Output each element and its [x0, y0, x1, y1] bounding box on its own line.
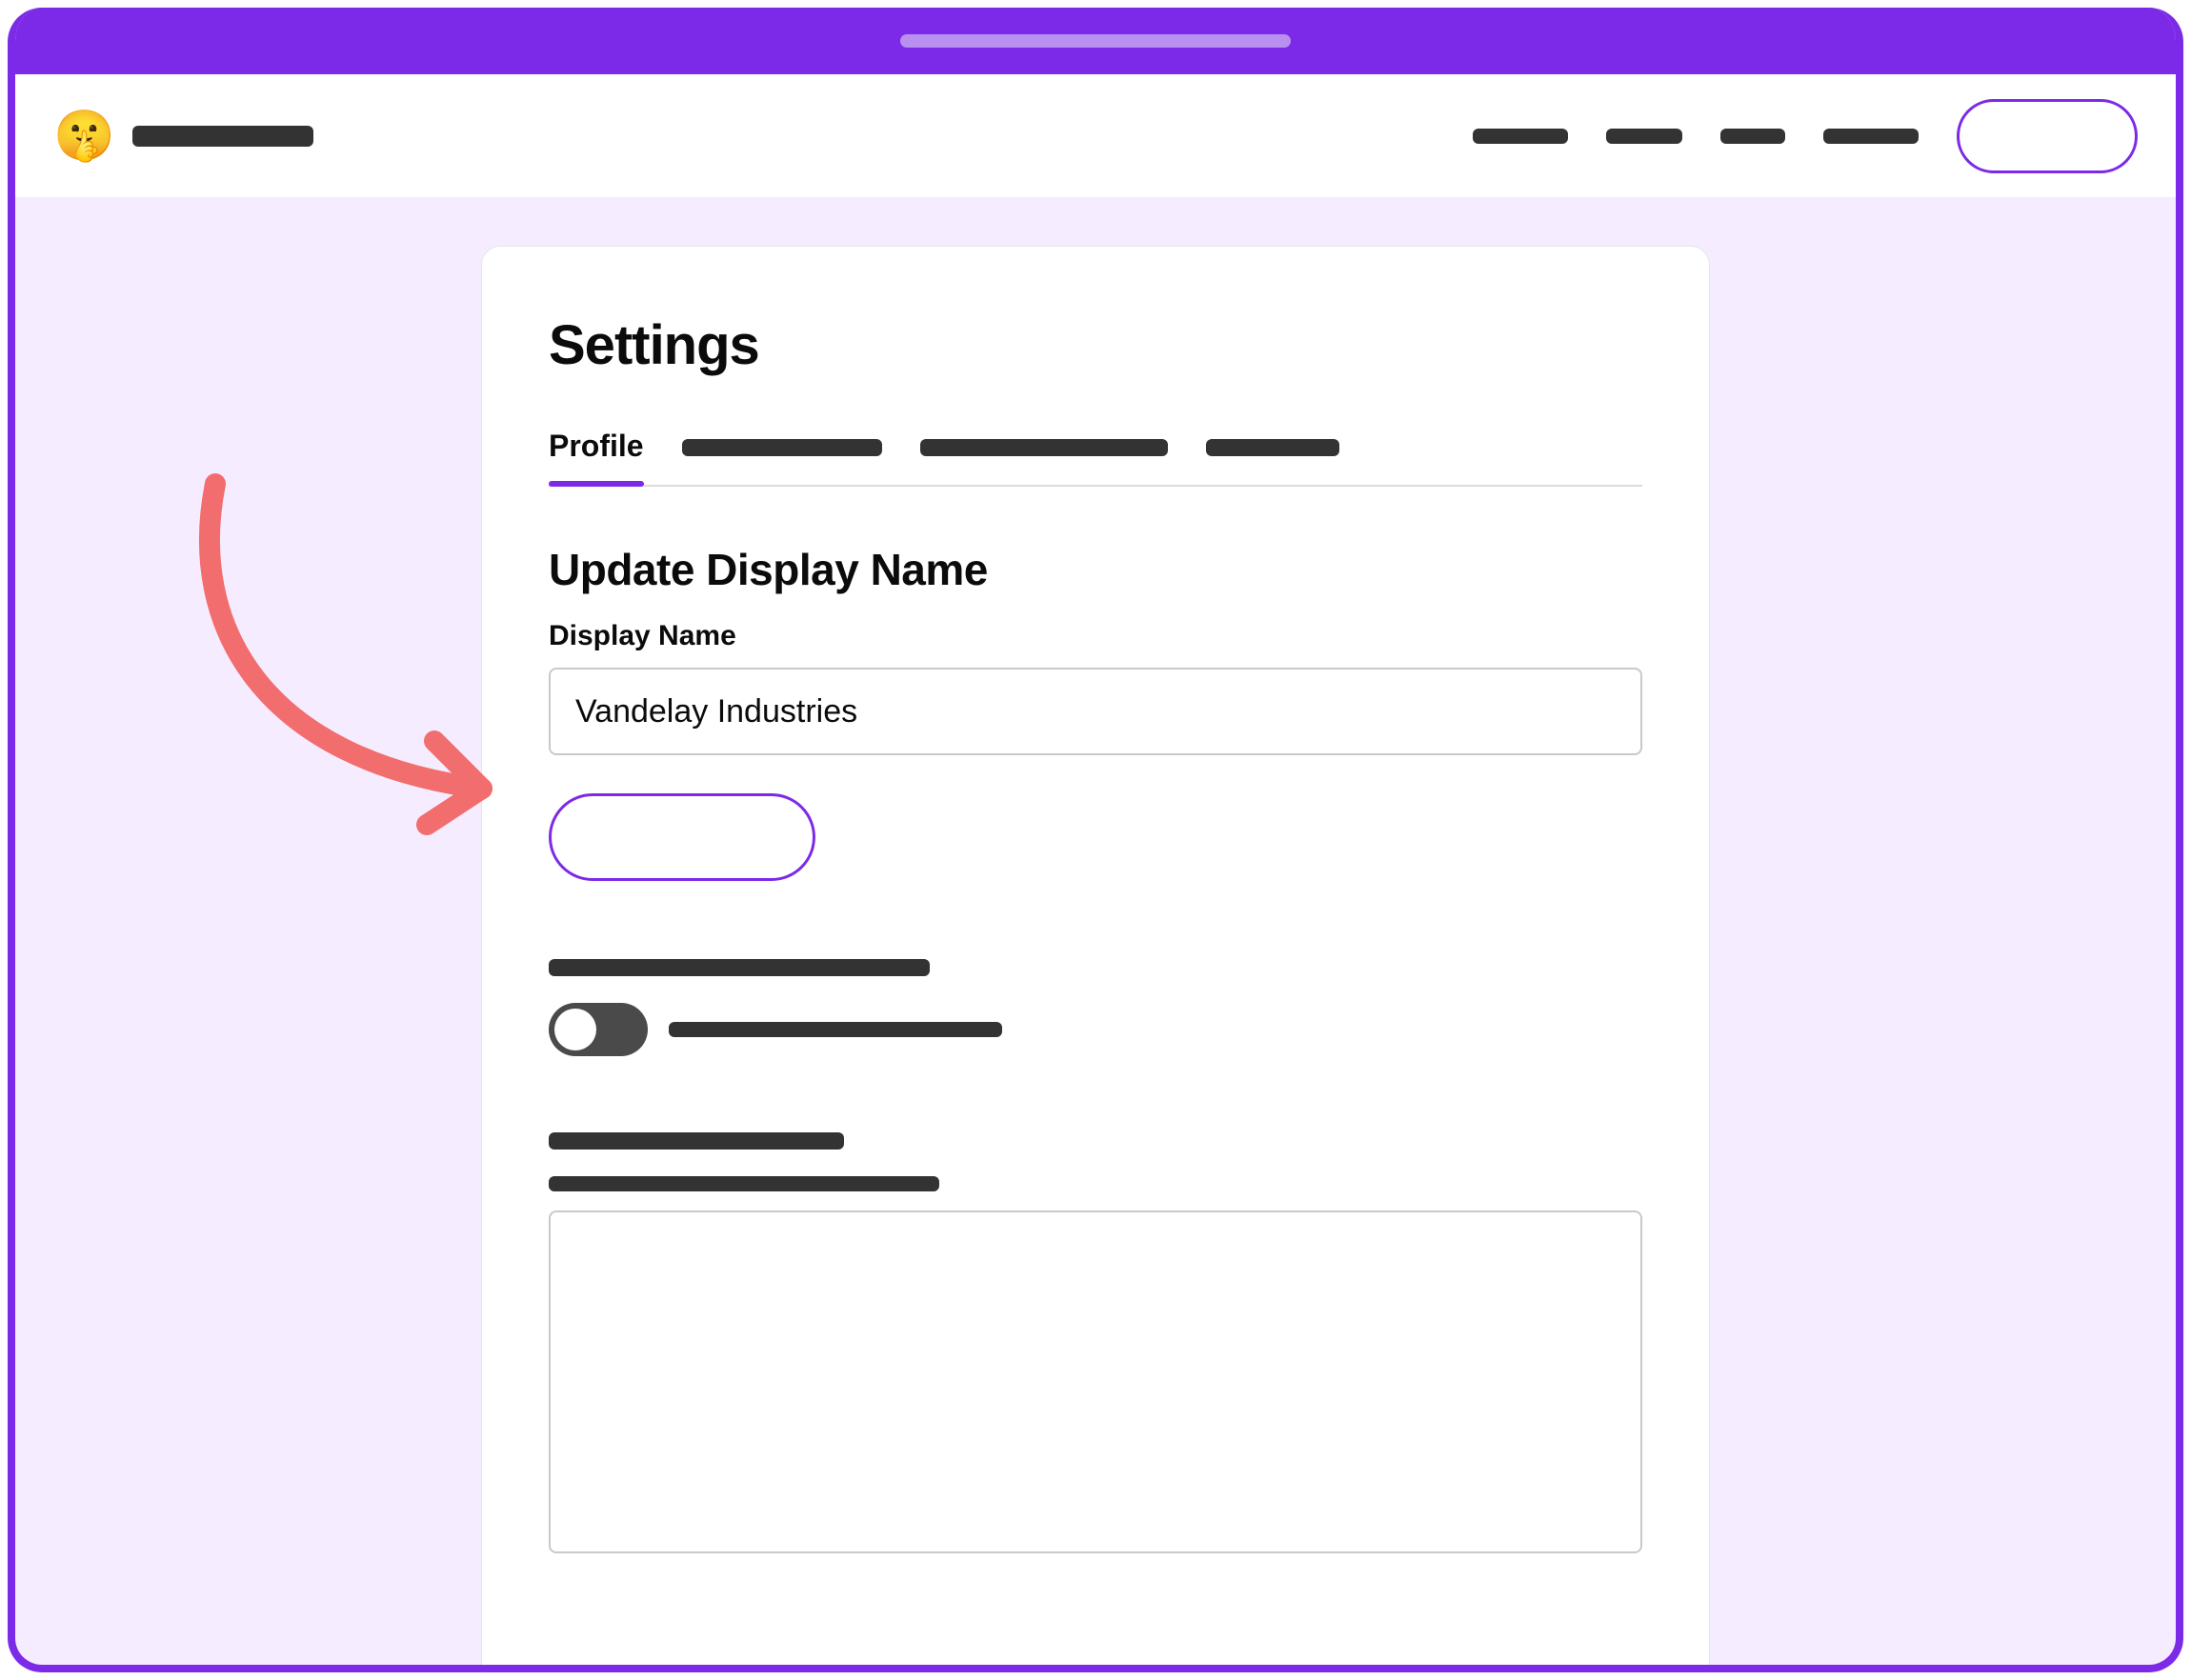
- nav-link-4[interactable]: [1823, 129, 1919, 144]
- tab-4[interactable]: [1206, 415, 1339, 485]
- titlebar-handle[interactable]: [900, 34, 1291, 48]
- toggle-section-heading: [549, 959, 930, 976]
- textarea-heading: [549, 1132, 844, 1150]
- window-titlebar: [15, 8, 2176, 74]
- toggle-label: [669, 1022, 1002, 1037]
- section-heading-display-name: Update Display Name: [549, 544, 1642, 595]
- content-area: Settings Profile Update Display Name Dis…: [15, 198, 2176, 1672]
- nav-cta-button[interactable]: [1957, 99, 2138, 173]
- brand-area: 🤫: [53, 111, 313, 161]
- top-navigation: 🤫: [15, 74, 2176, 198]
- settings-tabs: Profile: [549, 415, 1642, 487]
- brand-name: [132, 126, 313, 147]
- toggle-section: [549, 959, 1642, 1056]
- display-name-save-button[interactable]: [549, 793, 815, 881]
- nav-link-1[interactable]: [1473, 129, 1568, 144]
- settings-card: Settings Profile Update Display Name Dis…: [481, 246, 1710, 1672]
- tab-profile[interactable]: Profile: [549, 415, 644, 485]
- nav-link-2[interactable]: [1606, 129, 1682, 144]
- page-title: Settings: [549, 313, 1642, 377]
- tab-2[interactable]: [682, 415, 882, 485]
- textarea-section: [549, 1132, 1642, 1553]
- textarea-subheading: [549, 1176, 939, 1191]
- nav-link-3[interactable]: [1720, 129, 1785, 144]
- display-name-section: Update Display Name Display Name: [549, 544, 1642, 883]
- description-textarea[interactable]: [549, 1210, 1642, 1553]
- tab-3[interactable]: [920, 415, 1168, 485]
- brand-logo-icon: 🤫: [53, 111, 115, 161]
- display-name-label: Display Name: [549, 620, 1642, 652]
- browser-frame: 🤫 Settings Profile Update Display Name D…: [8, 8, 2183, 1672]
- toggle-knob: [554, 1009, 596, 1050]
- display-name-input[interactable]: [549, 668, 1642, 755]
- feature-toggle[interactable]: [549, 1003, 648, 1056]
